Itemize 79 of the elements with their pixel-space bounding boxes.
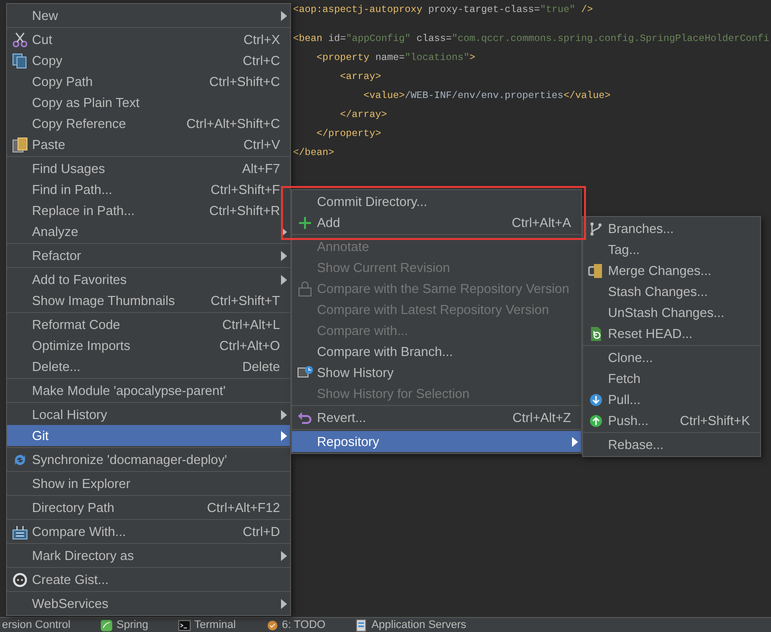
code-line: <bean id="appConfig" class="com.qccr.commons.spring.config.SpringPlaceHolderConfi [293, 32, 770, 46]
submenu-arrow-icon [281, 551, 287, 561]
code-line: <array> [339, 70, 382, 84]
menu-item[interactable]: Reset HEAD... [583, 323, 760, 344]
menu-item[interactable]: Cut Ctrl+X [7, 29, 290, 50]
menu-item[interactable]: Clone... [583, 347, 760, 368]
compare-icon [12, 524, 28, 540]
menu-item[interactable]: Local History [7, 404, 290, 425]
menu-item[interactable]: Delete... Delete [7, 356, 290, 377]
menu-item[interactable]: Reformat Code Ctrl+Alt+L [7, 314, 290, 335]
menu-item[interactable]: WebServices [7, 593, 290, 614]
tool-window-button[interactable]: Application Servers [371, 618, 466, 632]
menu-item[interactable]: Directory Path Ctrl+Alt+F12 [7, 497, 290, 518]
menu-item[interactable]: Synchronize 'docmanager-deploy' [7, 449, 290, 470]
round-logo-icon [12, 572, 28, 588]
menu-item[interactable]: Show History [292, 362, 581, 383]
menu-item[interactable]: Mark Directory as [7, 545, 290, 566]
submenu-arrow-icon [281, 599, 287, 609]
menu-item[interactable]: Optimize Imports Ctrl+Alt+O [7, 335, 290, 356]
code-line: </bean> [293, 146, 334, 160]
code-line: <aop:aspectj-autoproxy proxy-target-class="true" /> [293, 3, 593, 17]
tool-window-button[interactable]: ersion Control [2, 618, 70, 632]
menu-item[interactable]: Copy Reference Ctrl+Alt+Shift+C [7, 113, 290, 134]
menu-item[interactable]: Show Image Thumbnails Ctrl+Shift+T [7, 290, 290, 311]
tool-window-button[interactable]: Spring [116, 618, 148, 632]
menu-item[interactable]: Repository [292, 431, 581, 452]
menu-item[interactable]: Add to Favorites [7, 269, 290, 290]
menu-item[interactable]: Commit Directory... [292, 191, 581, 212]
menu-item[interactable]: New [7, 5, 290, 26]
menu-item[interactable]: Branches... [583, 218, 760, 239]
menu-item[interactable]: Revert... Ctrl+Alt+Z [292, 407, 581, 428]
menu-item[interactable]: Compare with Branch... [292, 341, 581, 362]
menu-item[interactable]: Merge Changes... [583, 260, 760, 281]
copy-icon [12, 52, 28, 68]
submenu-arrow-icon [281, 431, 287, 441]
menu-item[interactable]: Copy as Plain Text [7, 92, 290, 113]
menu-item[interactable]: Tag... [583, 239, 760, 260]
submenu-arrow-icon [572, 437, 578, 447]
menu-item[interactable]: Show in Explorer [7, 473, 290, 494]
leaf-icon[interactable] [100, 618, 114, 632]
submenu-arrow-icon [281, 251, 287, 261]
menu-item[interactable]: Copy Path Ctrl+Shift+C [7, 71, 290, 92]
submenu-arrow-icon [281, 11, 287, 21]
scissors-icon [12, 32, 28, 48]
clipboard-icon [12, 136, 28, 152]
menu-item[interactable]: UnStash Changes... [583, 302, 760, 323]
code-line: <value>/WEB-INF/env/env.properties</value> [362, 89, 610, 103]
menu-item[interactable]: Git [7, 425, 290, 446]
menu-item[interactable]: Paste Ctrl+V [7, 134, 290, 155]
branch-icon [588, 220, 604, 236]
menu-item[interactable]: Refactor [7, 245, 290, 266]
server-icon[interactable] [355, 618, 368, 632]
menu-item[interactable]: Pull... [583, 389, 760, 410]
tool-window-button[interactable]: 6: TODO [282, 618, 326, 632]
code-line: </array> [339, 108, 388, 122]
submenu-arrow-icon [281, 275, 287, 285]
lock-icon [296, 280, 312, 296]
menu-item[interactable]: Fetch [583, 368, 760, 389]
submenu-arrow-icon [281, 410, 287, 420]
menu-item[interactable]: Create Gist... [7, 569, 290, 590]
menu-item[interactable]: Push... Ctrl+Shift+K [583, 410, 760, 431]
todo-icon[interactable] [266, 618, 279, 632]
undo-arrow-icon [296, 410, 312, 426]
menu-item[interactable]: Stash Changes... [583, 281, 760, 302]
code-line: </property> [316, 127, 382, 141]
menu-item[interactable]: Find Usages Alt+F7 [7, 158, 290, 179]
tool-window-button[interactable]: Terminal [194, 618, 236, 632]
terminal-icon[interactable] [178, 618, 192, 632]
menu-item[interactable]: Copy Ctrl+C [7, 50, 290, 71]
menu-item[interactable]: Make Module 'apocalypse-parent' [7, 380, 290, 401]
merge-icon [588, 262, 604, 278]
monitor-clock-icon [296, 364, 312, 380]
menu-item[interactable]: Add Ctrl+Alt+A [292, 212, 581, 233]
menu-item[interactable]: Compare With... Ctrl+D [7, 521, 290, 542]
menu-item[interactable]: Rebase... [583, 434, 760, 455]
plus-icon [296, 214, 312, 230]
menu-item[interactable]: Replace in Path... Ctrl+Shift+R [7, 200, 290, 221]
code-line: <property name="locations"> [316, 51, 476, 65]
menu-item[interactable]: Find in Path... Ctrl+Shift+F [7, 179, 290, 200]
